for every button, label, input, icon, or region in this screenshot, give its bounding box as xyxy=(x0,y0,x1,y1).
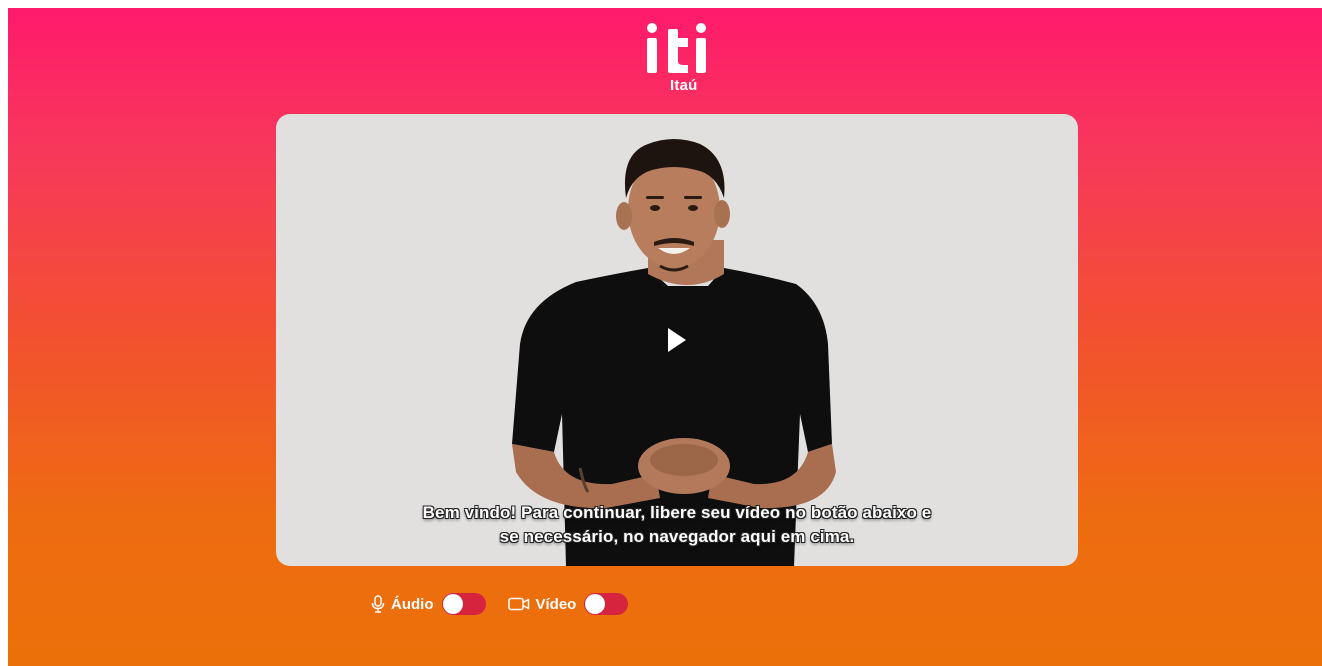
video-control[interactable]: Vídeo xyxy=(507,593,629,615)
iti-logo-mark xyxy=(647,23,706,73)
video-toggle[interactable] xyxy=(584,593,629,615)
caption-line-2: se necessário, no navegador aqui em cima… xyxy=(499,527,855,546)
media-permission-controls: Áudio Vídeo xyxy=(371,592,629,616)
video-label: Vídeo xyxy=(535,595,577,613)
audio-toggle-knob xyxy=(442,594,463,614)
microphone-icon xyxy=(371,595,385,613)
camera-icon xyxy=(507,597,530,611)
caption-line-1: Bem vindo! Para continuar, libere seu ví… xyxy=(422,503,932,522)
audio-control[interactable]: Áudio xyxy=(371,593,486,615)
page-background: Itaú Bem vindo! Para continuar, libere s… xyxy=(8,8,1322,666)
logo-subtitle: Itaú xyxy=(670,77,698,94)
play-icon[interactable] xyxy=(664,326,690,354)
video-toggle-knob xyxy=(585,594,606,614)
iti-logo: Itaú xyxy=(644,21,714,101)
audio-label: Áudio xyxy=(391,595,434,613)
audio-toggle[interactable] xyxy=(441,593,486,615)
video-player[interactable]: Bem vindo! Para continuar, libere seu ví… xyxy=(276,114,1078,566)
